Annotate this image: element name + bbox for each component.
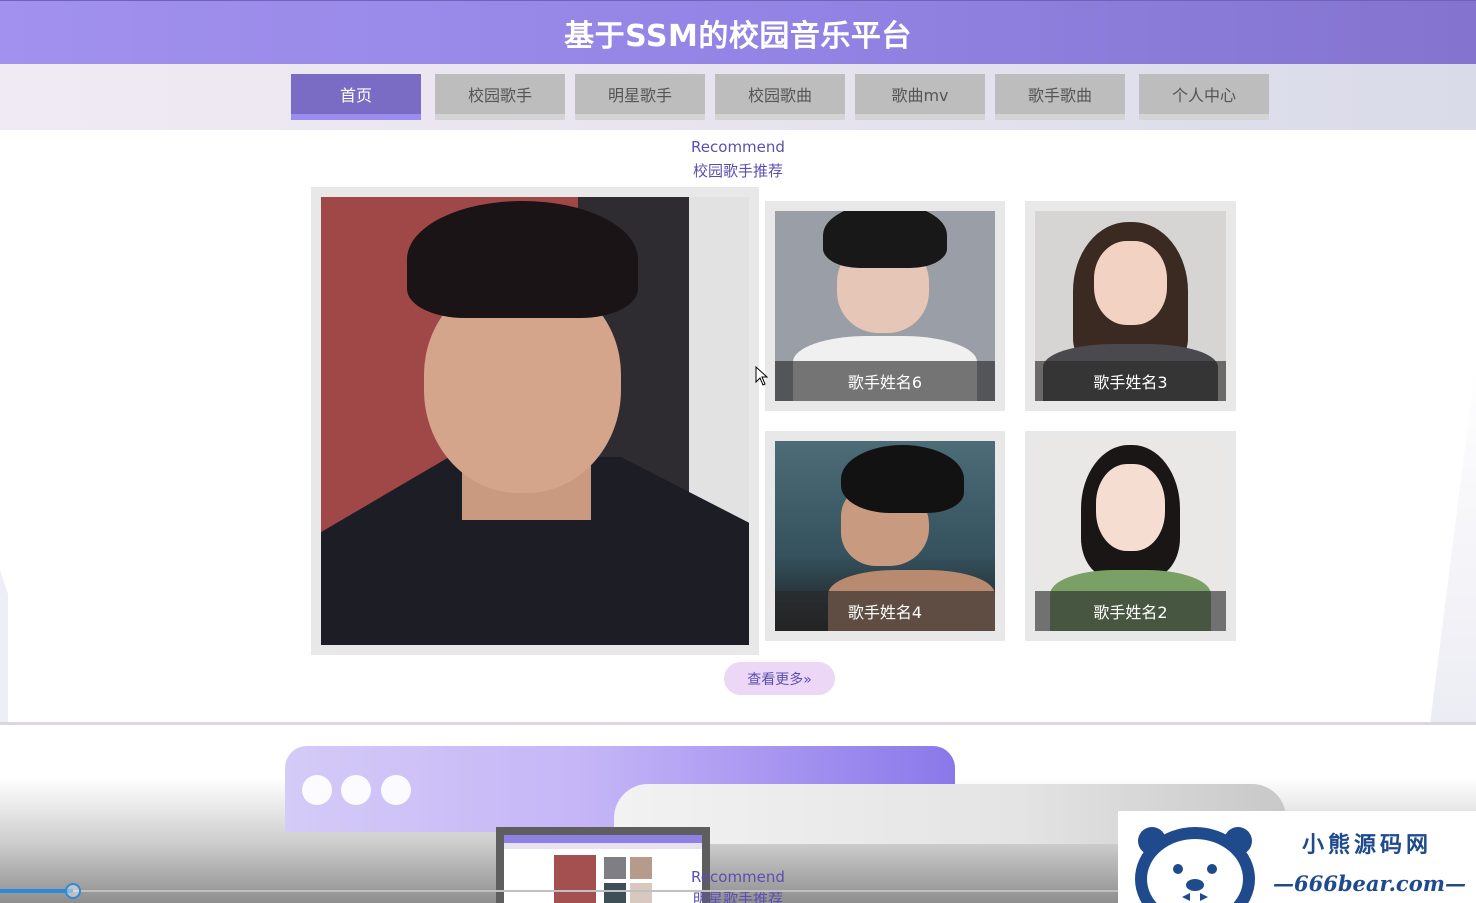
featured-singer-card[interactable]: [311, 187, 759, 655]
nav-item-singer-songs[interactable]: 歌手歌曲: [995, 74, 1125, 120]
video-progress-fill: [0, 889, 73, 893]
singer-name: 歌手姓名4: [775, 591, 995, 631]
bear-logo-icon: [1135, 827, 1255, 903]
featured-singer-photo: [321, 197, 749, 645]
singer-name: 歌手姓名2: [1035, 591, 1226, 631]
decoration-right: [1430, 360, 1476, 724]
section-title: 校园歌手推荐: [692, 162, 783, 180]
nav-bar: 首页 校园歌手 明星歌手 校园歌曲 歌曲mv 歌手歌曲 个人中心: [0, 64, 1476, 130]
nav-item-campus-songs[interactable]: 校园歌曲: [715, 74, 845, 120]
view-more-button[interactable]: 查看更多»: [724, 662, 835, 695]
nav-item-song-mv[interactable]: 歌曲mv: [855, 74, 985, 120]
mouse-cursor-icon: [755, 366, 769, 386]
nav-item-star-singers[interactable]: 明星歌手: [575, 74, 705, 120]
video-progress-track[interactable]: [0, 890, 1120, 892]
singer-card[interactable]: 歌手姓名3: [1025, 201, 1236, 411]
singer-card[interactable]: 歌手姓名4: [765, 431, 1005, 641]
singer-photo: 歌手姓名4: [775, 441, 995, 631]
watermark: 小熊源码网 —666bear.com—: [1118, 811, 1476, 903]
site-title: 基于SSM的校园音乐平台: [564, 18, 912, 54]
recommend-section: Recommend 校园歌手推荐 歌手姓名6 歌手姓名3 歌手姓名4 歌手姓名2…: [0, 130, 1476, 744]
dot-icon: [302, 775, 332, 805]
header-bar: 基于SSM的校园音乐平台: [0, 0, 1476, 64]
nav-item-campus-singers[interactable]: 校园歌手: [435, 74, 565, 120]
watermark-name: 小熊源码网: [1302, 832, 1433, 858]
section-subtitle-en: Recommend: [691, 138, 785, 156]
singer-photo: 歌手姓名6: [775, 211, 995, 401]
decoration-left: [0, 570, 8, 744]
singer-name: 歌手姓名3: [1035, 361, 1226, 401]
nav-item-personal-center[interactable]: 个人中心: [1139, 74, 1269, 120]
dot-icon: [341, 775, 371, 805]
dot-icon: [381, 775, 411, 805]
app-window: 基于SSM的校园音乐平台 首页 校园歌手 明星歌手 校园歌曲 歌曲mv 歌手歌曲…: [0, 0, 1476, 903]
video-progress-handle[interactable]: [65, 883, 81, 899]
singer-photo: 歌手姓名2: [1035, 441, 1226, 631]
singer-card[interactable]: 歌手姓名6: [765, 201, 1005, 411]
watermark-url: —666bear.com—: [1273, 871, 1466, 896]
singer-name: 歌手姓名6: [775, 361, 995, 401]
singer-photo: 歌手姓名3: [1035, 211, 1226, 401]
nav-item-home[interactable]: 首页: [291, 74, 421, 120]
singer-card[interactable]: 歌手姓名2: [1025, 431, 1236, 641]
